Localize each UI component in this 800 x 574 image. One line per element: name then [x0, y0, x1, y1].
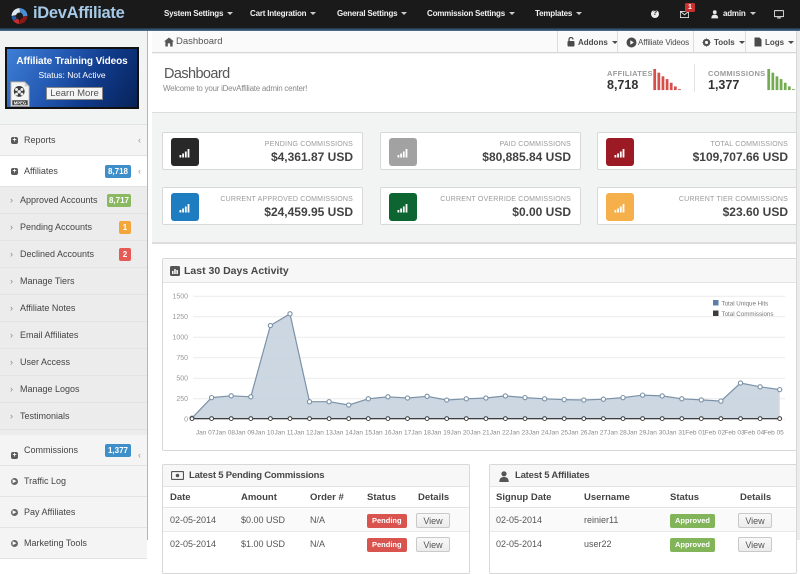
svg-text:Jan 28: Jan 28 — [607, 430, 627, 437]
svg-text:Jan 29: Jan 29 — [627, 430, 647, 437]
svg-text:1000: 1000 — [172, 335, 188, 342]
svg-text:Jan 25: Jan 25 — [548, 430, 568, 437]
svg-text:MPEG: MPEG — [14, 100, 27, 105]
svg-text:Jan 21: Jan 21 — [470, 430, 490, 437]
svg-text:Feb 01: Feb 01 — [685, 430, 706, 437]
svg-text:500: 500 — [176, 376, 188, 383]
svg-text:Jan 23: Jan 23 — [509, 430, 529, 437]
svg-text:Feb 02: Feb 02 — [705, 430, 726, 437]
svg-text:Jan 17: Jan 17 — [392, 430, 412, 437]
svg-text:1500: 1500 — [172, 294, 188, 301]
svg-text:Total Commissions: Total Commissions — [722, 311, 774, 318]
svg-text:Feb 04: Feb 04 — [744, 430, 765, 437]
svg-text:Jan 16: Jan 16 — [372, 430, 392, 437]
svg-text:Jan 11: Jan 11 — [274, 430, 293, 437]
svg-text:Jan 24: Jan 24 — [529, 430, 549, 437]
svg-text:1250: 1250 — [172, 314, 188, 321]
svg-text:Total Unique Hits: Total Unique Hits — [722, 301, 769, 308]
svg-text:Jan 15: Jan 15 — [353, 430, 373, 437]
svg-text:Jan 27: Jan 27 — [588, 430, 608, 437]
svg-text:Jan 09: Jan 09 — [235, 430, 255, 437]
svg-text:Jan 31: Jan 31 — [666, 430, 686, 437]
svg-text:Jan 14: Jan 14 — [333, 430, 353, 437]
svg-text:Jan 12: Jan 12 — [294, 430, 314, 437]
svg-text:Jan 10: Jan 10 — [255, 430, 275, 437]
svg-text:Jan 22: Jan 22 — [490, 430, 510, 437]
svg-text:Jan 30: Jan 30 — [646, 430, 666, 437]
svg-text:0: 0 — [184, 417, 188, 424]
svg-text:Feb 03: Feb 03 — [724, 430, 745, 437]
svg-text:Jan 19: Jan 19 — [431, 430, 451, 437]
svg-text:Jan 07: Jan 07 — [196, 430, 216, 437]
svg-text:Jan 18: Jan 18 — [411, 430, 431, 437]
svg-text:Jan 26: Jan 26 — [568, 430, 588, 437]
svg-text:750: 750 — [176, 355, 188, 362]
svg-text:Jan 08: Jan 08 — [215, 430, 235, 437]
svg-text:Jan 20: Jan 20 — [451, 430, 471, 437]
svg-text:Jan 13: Jan 13 — [313, 430, 333, 437]
svg-text:250: 250 — [176, 396, 188, 403]
svg-text:Feb 05: Feb 05 — [764, 430, 785, 437]
